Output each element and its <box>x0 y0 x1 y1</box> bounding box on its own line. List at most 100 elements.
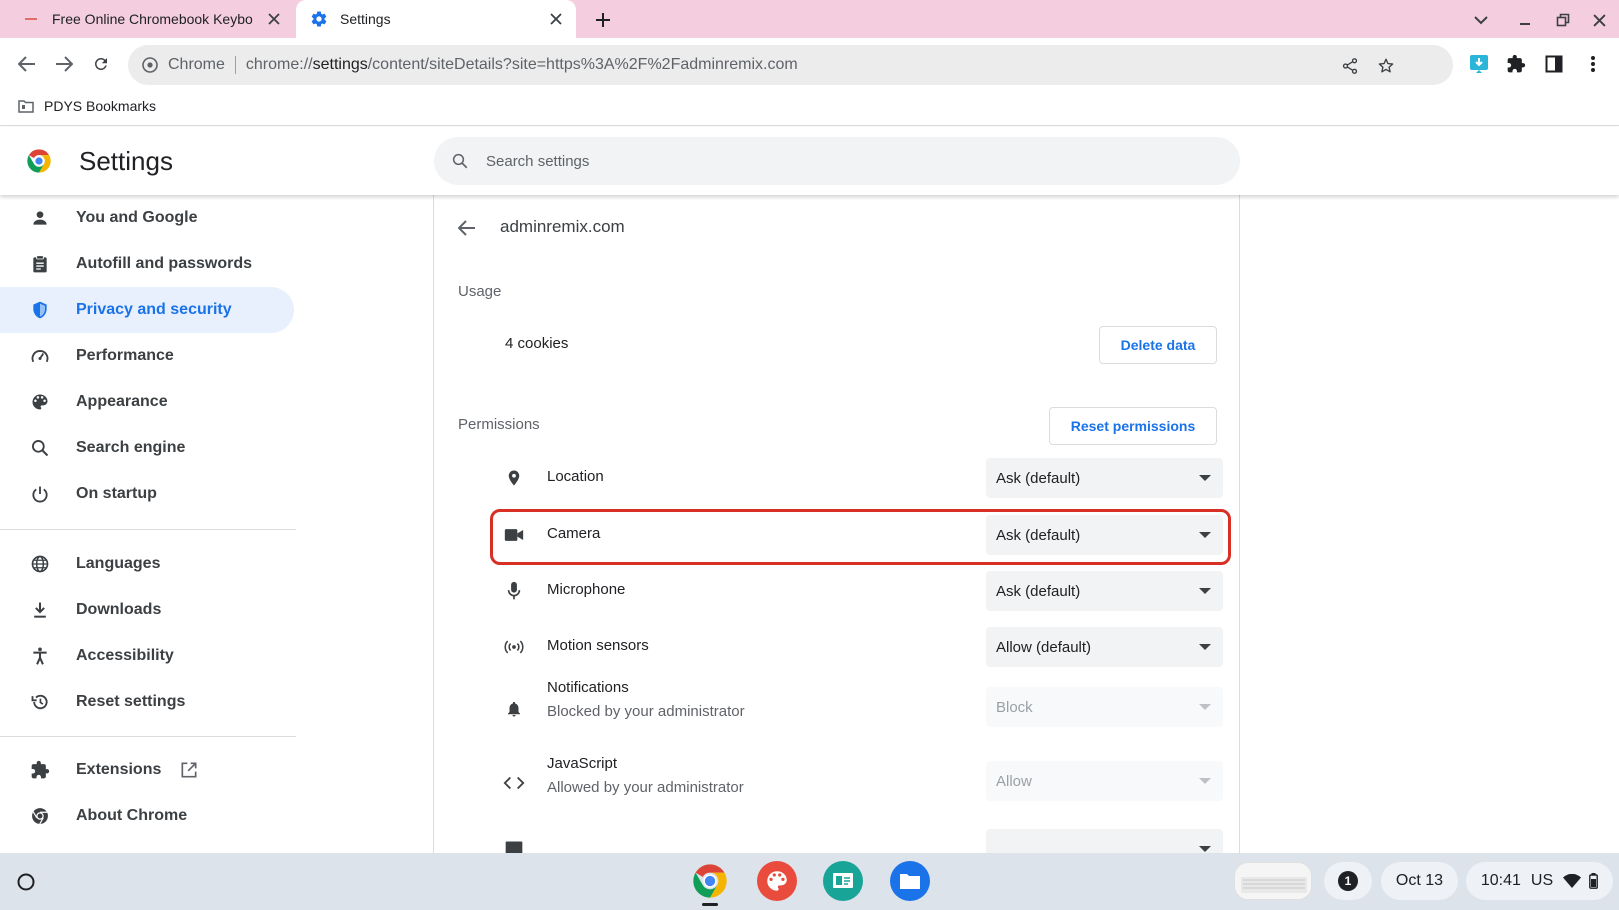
select-value: Block <box>996 698 1033 716</box>
sidebar-item-reset-settings[interactable]: Reset settings <box>0 679 294 725</box>
side-panel-icon[interactable] <box>1541 51 1567 77</box>
sidebar-item-label: Privacy and security <box>76 301 232 318</box>
images-select[interactable] <box>986 829 1223 853</box>
sidebar-item-label: Languages <box>76 555 161 572</box>
power-icon <box>28 482 52 506</box>
system-shelf: 1 Oct 13 10:41 US <box>0 853 1619 910</box>
sidebar-item-label: Autofill and passwords <box>76 255 253 272</box>
sidebar-item-extensions[interactable]: Extensions <box>0 747 294 793</box>
omnibox-url: chrome://settings/content/siteDetails?si… <box>246 56 798 74</box>
omnibox-chip: Chrome <box>168 56 225 73</box>
motion-sensors-select[interactable]: Allow (default) <box>986 627 1223 667</box>
sidebar-item-you-and-google[interactable]: You and Google <box>0 195 294 241</box>
address-bar[interactable]: Chrome chrome://settings/content/siteDet… <box>128 45 1453 85</box>
sidebar-item-accessibility[interactable]: Accessibility <box>0 633 294 679</box>
extension-teal-icon[interactable] <box>1466 51 1492 77</box>
puzzle-extensions-icon[interactable] <box>1503 51 1529 77</box>
history-icon <box>28 690 52 714</box>
sidebar-item-label: Extensions <box>76 761 162 778</box>
tab-strip: Free Online Chromebook Keybo Settings <box>0 0 1619 38</box>
permission-sublabel: Blocked by your administrator <box>547 703 745 720</box>
location-select[interactable]: Ask (default) <box>986 458 1223 498</box>
dropdown-caret-icon <box>1199 846 1211 852</box>
close-icon[interactable] <box>262 7 286 31</box>
bookmark-label: PDYS Bookmarks <box>44 98 157 114</box>
chrome-site-icon <box>140 55 160 75</box>
sidebar-item-label: On startup <box>76 485 157 502</box>
back-arrow-icon[interactable] <box>14 51 40 77</box>
permission-row-images <box>490 821 1227 853</box>
delete-data-button[interactable]: Delete data <box>1099 326 1217 364</box>
bookmark-folder[interactable]: PDYS Bookmarks <box>18 98 156 114</box>
sidebar-item-search-engine[interactable]: Search engine <box>0 425 294 471</box>
close-icon[interactable] <box>544 7 568 31</box>
notification-tray[interactable]: 1 <box>1324 862 1372 900</box>
bookmarks-bar: PDYS Bookmarks <box>0 90 1619 126</box>
sidebar-item-performance[interactable]: Performance <box>0 333 294 379</box>
url-host: settings <box>312 56 368 73</box>
microphone-select[interactable]: Ask (default) <box>986 571 1223 611</box>
url-scheme: chrome:// <box>245 56 313 73</box>
paint-app-icon[interactable] <box>757 861 797 901</box>
chrome-app-icon[interactable] <box>690 861 730 901</box>
sidebar-item-languages[interactable]: Languages <box>0 541 294 587</box>
permission-label: JavaScript <box>547 755 618 772</box>
sidebar-item-on-startup[interactable]: On startup <box>0 471 294 517</box>
tab-settings[interactable]: Settings <box>296 0 576 38</box>
permission-label: Motion sensors <box>547 637 649 654</box>
permission-label: Notifications <box>547 679 629 696</box>
share-icon[interactable] <box>1339 55 1361 77</box>
select-value: Ask (default) <box>996 469 1081 487</box>
permission-row-notifications: Notifications Blocked by your administra… <box>490 673 1227 743</box>
dropdown-caret-icon <box>1199 644 1211 650</box>
reload-icon[interactable] <box>88 51 114 77</box>
dropdown-caret-icon <box>1199 704 1211 710</box>
minimize-icon[interactable] <box>1512 7 1538 33</box>
usage-heading: Usage <box>458 283 502 300</box>
sidebar-item-label: Downloads <box>76 601 162 618</box>
reset-permissions-button[interactable]: Reset permissions <box>1049 407 1217 445</box>
tab-search-chevron-icon[interactable] <box>1468 7 1494 33</box>
browser-toolbar: Chrome chrome://settings/content/siteDet… <box>0 38 1619 90</box>
sidebar-item-downloads[interactable]: Downloads <box>0 587 294 633</box>
sidebar-item-label: About Chrome <box>76 807 188 824</box>
permission-row-javascript: JavaScript Allowed by your administrator… <box>490 749 1227 819</box>
forward-arrow-icon[interactable] <box>51 51 77 77</box>
permission-sublabel: Allowed by your administrator <box>547 779 744 796</box>
dropdown-caret-icon <box>1199 475 1211 481</box>
shield-icon <box>28 298 52 322</box>
new-tab-button[interactable] <box>590 7 616 33</box>
back-arrow-icon[interactable] <box>454 215 480 241</box>
sidebar-item-autofill[interactable]: Autofill and passwords <box>0 241 294 287</box>
classroom-app-icon[interactable] <box>823 861 863 901</box>
permission-label: Location <box>547 468 604 485</box>
search-icon <box>28 436 52 460</box>
search-box[interactable] <box>434 137 1240 185</box>
select-value: Ask (default) <box>996 582 1081 600</box>
permissions-heading: Permissions <box>458 416 540 433</box>
restore-icon[interactable] <box>1550 7 1576 33</box>
tab-title: Free Online Chromebook Keybo <box>52 11 253 27</box>
close-window-icon[interactable] <box>1586 7 1612 33</box>
sidebar-item-appearance[interactable]: Appearance <box>0 379 294 425</box>
sidebar-item-label: You and Google <box>76 209 198 226</box>
status-tray[interactable]: 10:41 US <box>1466 862 1613 900</box>
cookies-count: 4 cookies <box>505 335 569 352</box>
person-icon <box>28 206 52 230</box>
more-vert-icon[interactable] <box>1580 51 1606 77</box>
tab-keyboard[interactable]: Free Online Chromebook Keybo <box>0 0 294 38</box>
star-icon[interactable] <box>1375 55 1397 77</box>
sidebar-item-about-chrome[interactable]: About Chrome <box>0 793 294 839</box>
sidebar-item-label: Performance <box>76 347 174 364</box>
date-tray[interactable]: Oct 13 <box>1381 862 1458 900</box>
omnibox-separator <box>234 56 236 74</box>
search-input[interactable] <box>486 152 1186 170</box>
launcher-icon[interactable] <box>11 867 41 897</box>
screenshot-thumbnail[interactable] <box>1234 862 1312 900</box>
palette-icon <box>28 390 52 414</box>
wifi-icon <box>1563 874 1582 888</box>
site-favicon-icon <box>22 10 40 28</box>
files-app-icon[interactable] <box>890 861 930 901</box>
sidebar-item-privacy-and-security[interactable]: Privacy and security <box>0 287 294 333</box>
sidebar-item-label: Accessibility <box>76 647 174 664</box>
